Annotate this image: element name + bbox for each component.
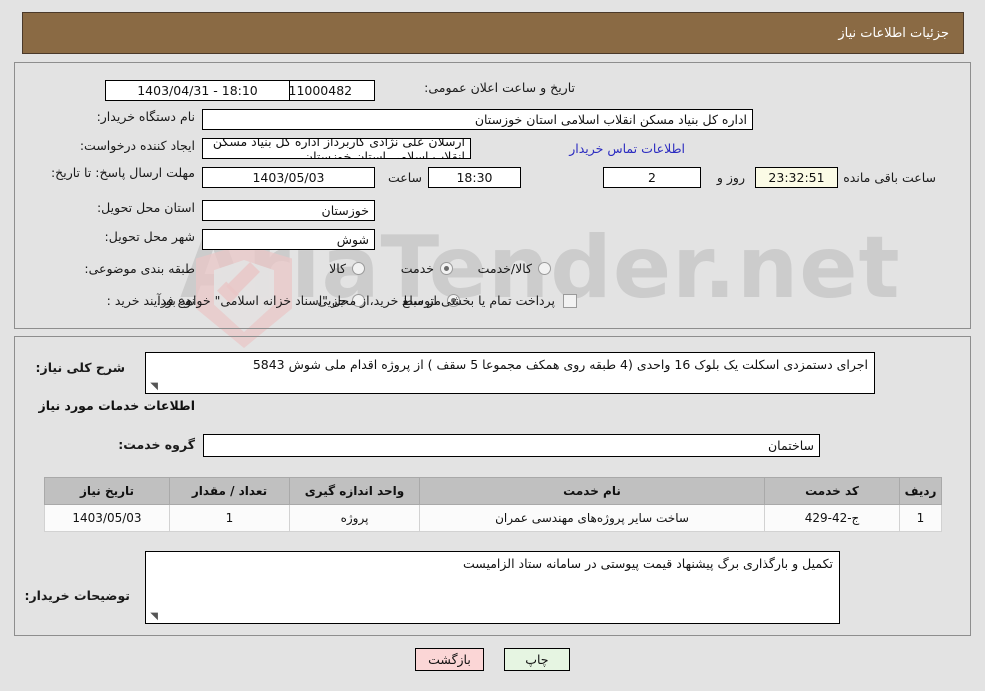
buyer-org-label-row: نام دستگاه خریدار: [97,109,195,124]
countdown-timer-value: 23:32:51 [768,170,825,185]
radio-khedmat-label: خدمت [400,261,434,276]
cell-row-no: 1 [899,504,942,532]
delivery-province-label: استان محل تحویل: [96,200,195,215]
need-info-panel [14,62,971,329]
buyer-org-value: اداره کل بنیاد مسکن انقلاب اسلامی استان … [474,112,747,127]
service-group-label-row: گروه خدمت: [118,437,195,452]
services-table-wrapper: ردیف کد خدمت نام خدمت واحد اندازه گیری ت… [44,477,942,532]
buyer-notes-label: توضیحات خریدار: [24,588,130,603]
table-row: 1 ج-42-429 ساخت سایر پروژه‌های مهندسی عم… [44,504,942,532]
remaining-days-label: روز و [716,170,745,185]
cell-service-name: ساخت سایر پروژه‌های مهندسی عمران [419,504,765,532]
need-description-label-row: شرح کلی نیاز: [36,360,125,375]
radio-kala-label: کالا [329,261,346,276]
buyer-org-label: نام دستگاه خریدار: [96,109,195,124]
remaining-days-input[interactable]: 2 [603,167,701,188]
subject-category-label-row: طبقه بندی موضوعی: [84,261,195,276]
buyer-notes-value: تکمیل و بارگذاری برگ پیشنهاد قیمت پیوستی… [463,556,833,571]
buyer-org-input[interactable]: اداره کل بنیاد مسکن انقلاب اسلامی استان … [202,109,753,130]
cell-quantity: 1 [169,504,290,532]
back-button[interactable]: بازگشت [415,648,484,671]
subject-category-option-kala-khedmat[interactable]: کالا/خدمت [464,261,551,276]
request-creator-value: ارسلان علی نژادی کاربرداز اداره کل بنیاد… [212,138,465,159]
delivery-city-value: شوش [336,232,369,247]
table-header-row: ردیف کد خدمت نام خدمت واحد اندازه گیری ت… [44,477,942,505]
th-row-no: ردیف [899,477,942,505]
response-deadline-label-row: مهلت ارسال پاسخ: تا تاریخ: [45,162,195,182]
request-creator-label-row: ایجاد کننده درخواست: [80,138,195,153]
subject-category-option-khedmat[interactable]: خدمت [387,261,453,276]
response-deadline-date-input[interactable]: 1403/05/03 [202,167,375,188]
delivery-province-input[interactable]: خوزستان [202,200,375,221]
announce-datetime-input[interactable]: 1403/04/31 - 18:10 [105,80,290,101]
th-service-name: نام خدمت [419,477,765,505]
radio-kala-khedmat-label: کالا/خدمت [477,261,532,276]
subject-category-option-kala[interactable]: کالا [315,261,365,276]
services-table: ردیف کد خدمت نام خدمت واحد اندازه گیری ت… [44,477,942,532]
buyer-notes-label-row: توضیحات خریدار: [24,588,130,603]
cell-unit: پروژه [289,504,420,532]
page-title: جزئیات اطلاعات نیاز [838,25,949,41]
service-group-label: گروه خدمت: [118,437,195,452]
need-description-textarea[interactable]: اجرای دستمزدی اسکلت یک بلوک 16 واحدی (4 … [145,352,875,394]
delivery-city-label: شهر محل تحویل: [104,229,195,244]
response-deadline-time-input[interactable]: 18:30 [428,167,521,188]
announce-datetime-value: 1403/04/31 - 18:10 [137,83,258,98]
deadline-time-label: ساعت [387,170,422,185]
th-quantity: تعداد / مقدار [169,477,290,505]
service-group-input[interactable]: ساختمان [203,434,820,457]
countdown-timer-label: ساعت باقی مانده [843,170,936,185]
response-deadline-time-value: 18:30 [456,170,493,185]
radio-kala[interactable] [352,262,365,275]
cell-service-code: ج-42-429 [764,504,900,532]
delivery-city-input[interactable]: شوش [202,229,375,250]
th-service-code: کد خدمت [764,477,900,505]
delivery-city-label-row: شهر محل تحویل: [105,229,195,244]
request-creator-label: ایجاد کننده درخواست: [79,138,195,153]
resize-grip-icon[interactable]: ◥ [148,382,158,392]
countdown-timer-input: 23:32:51 [755,167,838,188]
radio-khedmat[interactable] [440,262,453,275]
cell-need-date: 1403/05/03 [44,504,170,532]
buyer-contact-link[interactable]: اطلاعات تماس خریدار [569,141,685,156]
th-unit: واحد اندازه گیری [289,477,420,505]
resize-grip-icon-notes[interactable]: ◥ [148,612,158,622]
treasury-docs-checkbox[interactable] [563,293,577,308]
delivery-province-value: خوزستان [321,203,369,218]
subject-category-label: طبقه بندی موضوعی: [84,261,195,276]
treasury-docs-checkbox-row[interactable]: پرداخت تمام یا بخشی از مبلغ خرید،از محل … [156,293,577,308]
service-group-value: ساختمان [768,438,814,453]
action-button-bar: بازگشت چاپ [0,648,985,671]
announce-datetime-label-row: تاریخ و ساعت اعلان عمومی: [424,80,575,95]
th-need-date: تاریخ نیاز [44,477,170,505]
radio-kala-khedmat[interactable] [538,262,551,275]
print-button[interactable]: چاپ [503,648,570,671]
need-description-label: شرح کلی نیاز: [35,360,125,375]
request-creator-input[interactable]: ارسلان علی نژادی کاربرداز اداره کل بنیاد… [202,138,471,159]
response-deadline-date-value: 1403/05/03 [252,170,325,185]
delivery-province-label-row: استان محل تحویل: [97,200,195,215]
page-root: AriaTender.net جزئیات اطلاعات نیاز شماره… [0,0,985,691]
announce-datetime-label: تاریخ و ساعت اعلان عمومی: [424,80,575,95]
treasury-docs-text: پرداخت تمام یا بخشی از مبلغ خرید،از محل … [156,293,555,308]
need-description-value: اجرای دستمزدی اسکلت یک بلوک 16 واحدی (4 … [252,357,868,372]
response-deadline-label: مهلت ارسال پاسخ: تا تاریخ: [50,165,195,180]
page-header: جزئیات اطلاعات نیاز [22,12,964,54]
remaining-days-value: 2 [648,170,656,185]
services-section-heading: اطلاعات خدمات مورد نیاز [38,398,196,413]
buyer-notes-textarea[interactable]: تکمیل و بارگذاری برگ پیشنهاد قیمت پیوستی… [145,551,840,624]
